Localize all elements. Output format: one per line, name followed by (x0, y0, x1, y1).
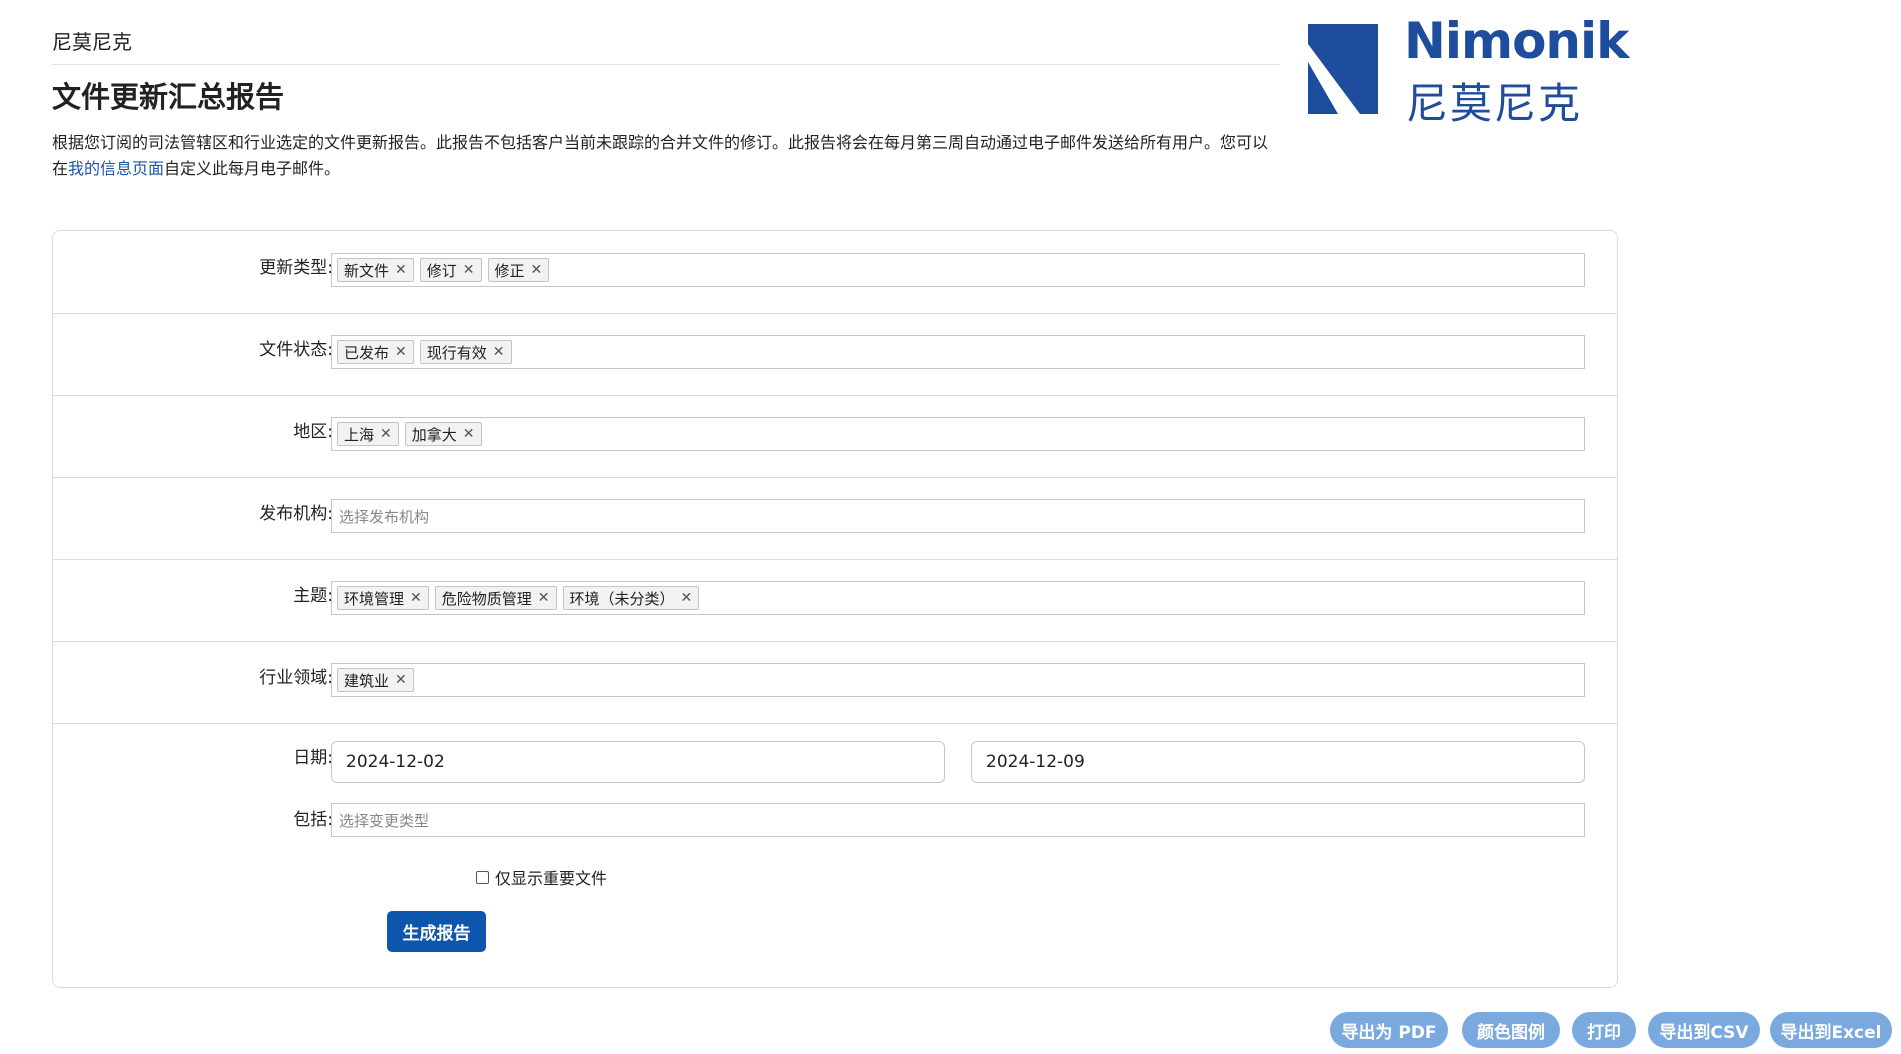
remove-tag-icon[interactable]: ✕ (538, 590, 550, 606)
remove-tag-icon[interactable]: ✕ (531, 262, 543, 278)
important-only-checkbox[interactable] (476, 870, 489, 884)
change-type-placeholder: 选择变更类型 (339, 811, 430, 830)
doc-status-label: 文件状态: (259, 340, 333, 360)
region-select[interactable]: 上海 ✕ 加拿大 ✕ (331, 417, 1585, 451)
color-legend-button[interactable]: 颜色图例 (1462, 1012, 1560, 1048)
change-type-select[interactable]: 选择变更类型 (331, 803, 1585, 837)
include-label: 包括: (293, 810, 333, 830)
tag-construction: 建筑业 ✕ (337, 668, 414, 692)
publisher-placeholder: 选择发布机构 (339, 507, 430, 526)
logo-mark-icon (1308, 24, 1378, 114)
industry-label: 行业领域: (259, 668, 333, 688)
remove-tag-icon[interactable]: ✕ (493, 344, 505, 360)
remove-tag-icon[interactable]: ✕ (380, 426, 392, 442)
export-excel-button[interactable]: 导出到Excel (1770, 1012, 1892, 1048)
tag-in-force: 现行有效 ✕ (419, 340, 512, 364)
export-pdf-button[interactable]: 导出为 PDF (1330, 1012, 1448, 1048)
end-date-input[interactable]: 2024-12-09 (971, 741, 1585, 783)
update-type-label: 更新类型: (259, 258, 333, 278)
industry-select[interactable]: 建筑业 ✕ (331, 663, 1585, 697)
publisher-row: 发布机构: 选择发布机构 (53, 477, 1617, 560)
topic-row: 主题: 环境管理 ✕ 危险物质管理 ✕ 环境（未分类） ✕ (53, 559, 1617, 642)
tag-hazardous-materials: 危险物质管理 ✕ (434, 586, 557, 610)
generate-report-button[interactable]: 生成报告 (387, 911, 486, 952)
date-label: 日期: (293, 748, 333, 768)
update-type-select[interactable]: 新文件 ✕ 修订 ✕ 修正 ✕ (331, 253, 1585, 287)
doc-status-select[interactable]: 已发布 ✕ 现行有效 ✕ (331, 335, 1585, 369)
remove-tag-icon[interactable]: ✕ (395, 344, 407, 360)
export-csv-button[interactable]: 导出到CSV (1648, 1012, 1760, 1048)
header-divider (52, 64, 1280, 65)
page-title: 文件更新汇总报告 (52, 80, 285, 114)
topic-label: 主题: (293, 586, 333, 606)
important-only-label: 仅显示重要文件 (495, 869, 608, 888)
print-button[interactable]: 打印 (1572, 1012, 1636, 1048)
tag-new-document: 新文件 ✕ (337, 258, 414, 282)
update-type-row: 更新类型: 新文件 ✕ 修订 ✕ 修正 ✕ (53, 231, 1617, 314)
publisher-select[interactable]: 选择发布机构 (331, 499, 1585, 533)
region-row: 地区: 上海 ✕ 加拿大 ✕ (53, 395, 1617, 478)
start-date-input[interactable]: 2024-12-02 (331, 741, 945, 783)
tag-environment-unclassified: 环境（未分类） ✕ (562, 586, 700, 610)
my-info-page-link[interactable]: 我的信息页面 (68, 159, 164, 178)
intro-text-part2: 自定义此每月电子邮件。 (164, 159, 341, 178)
tag-shanghai: 上海 ✕ (337, 422, 399, 446)
report-filter-panel: 更新类型: 新文件 ✕ 修订 ✕ 修正 ✕ 文件状态: 已发布 ✕ 现行有效 ✕ 地区: … (52, 230, 1618, 988)
publisher-label: 发布机构: (259, 504, 333, 524)
remove-tag-icon[interactable]: ✕ (395, 262, 407, 278)
tag-revision: 修订 ✕ (419, 258, 482, 282)
important-only-option[interactable]: 仅显示重要文件 (476, 865, 607, 889)
region-label: 地区: (293, 422, 333, 442)
brand-name: 尼莫尼克 (52, 30, 132, 54)
logo-text-cn: 尼莫尼克 (1406, 79, 1583, 128)
remove-tag-icon[interactable]: ✕ (681, 590, 693, 606)
tag-canada: 加拿大 ✕ (404, 422, 482, 446)
tag-environmental-management: 环境管理 ✕ (337, 586, 429, 610)
topic-select[interactable]: 环境管理 ✕ 危险物质管理 ✕ 环境（未分类） ✕ (331, 581, 1585, 615)
remove-tag-icon[interactable]: ✕ (463, 426, 475, 442)
logo-text-en: Nimonik (1404, 12, 1629, 70)
remove-tag-icon[interactable]: ✕ (395, 672, 407, 688)
remove-tag-icon[interactable]: ✕ (410, 590, 422, 606)
tag-published: 已发布 ✕ (337, 340, 414, 364)
intro-text: 根据您订阅的司法管辖区和行业选定的文件更新报告。此报告不包括客户当前未跟踪的合并… (52, 130, 1272, 182)
industry-row: 行业领域: 建筑业 ✕ (53, 641, 1617, 724)
remove-tag-icon[interactable]: ✕ (463, 262, 475, 278)
doc-status-row: 文件状态: 已发布 ✕ 现行有效 ✕ (53, 313, 1617, 396)
tag-amendment: 修正 ✕ (487, 258, 550, 282)
